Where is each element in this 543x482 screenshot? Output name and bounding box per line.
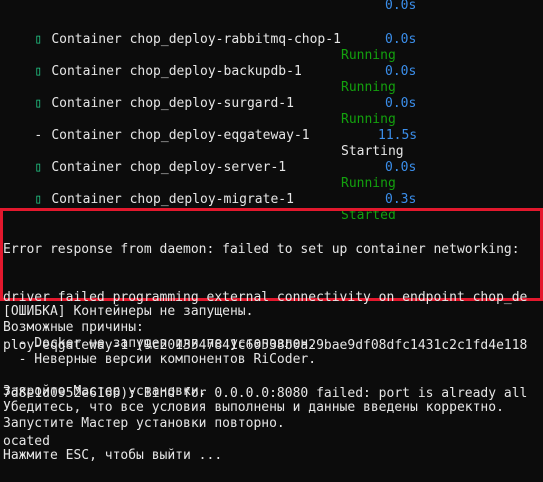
- container-row: - Container chop_deploy-eqgateway-1 Start…: [3, 112, 403, 159]
- container-time: 0.0s: [385, 160, 417, 175]
- container-time: 0.0s: [385, 64, 417, 79]
- container-name: Container chop_deploy-backupdb-1: [51, 64, 302, 79]
- container-row: ▯ Container chop_deploy-surgard-1 Running: [3, 80, 395, 127]
- running-mark-icon: ▯: [34, 32, 43, 47]
- container-name: Container chop_deploy-server-1: [51, 160, 287, 175]
- container-status: Running: [341, 48, 396, 63]
- container-time: 0.0s: [385, 96, 417, 111]
- container-row: ▯ Container chop_deploy-rabbitmq-chop-1 R…: [3, 16, 395, 63]
- container-name: Container chop_deploy-rabbitmq-chop-1: [51, 32, 341, 47]
- pending-dash-icon: -: [34, 128, 43, 143]
- advice-line: Запустите Мастер установки повторно.: [3, 416, 285, 431]
- container-status: Running: [341, 112, 396, 127]
- container-name: Container chop_deploy-migrate-1: [51, 192, 294, 207]
- top-time: 0.0s: [385, 0, 417, 13]
- reason-item: - Неверные версии компонентов RiCoder.: [3, 352, 317, 367]
- container-row: ▯ Container chop_deploy-server-1 Running: [3, 144, 395, 191]
- error-line: Error response from daemon: failed to se…: [3, 242, 520, 257]
- error-title: [ОШИБКА] Контейнеры не запущены.: [3, 304, 254, 319]
- running-mark-icon: ▯: [34, 160, 43, 175]
- exit-prompt: Нажмите ESC, чтобы выйти ...: [3, 448, 223, 463]
- terminal-window[interactable]: 0.0s ▯ Container chop_deploy-rabbitmq-cho…: [0, 0, 543, 478]
- container-time: 0.0s: [385, 32, 417, 47]
- running-mark-icon: ▯: [34, 192, 43, 207]
- container-status: Starting: [341, 144, 404, 159]
- advice-line: Убедитесь, что все условия выполнены и д…: [3, 400, 504, 415]
- container-name: Container chop_deploy-eqgateway-1: [51, 128, 310, 143]
- running-mark-icon: ▯: [34, 96, 43, 111]
- reasons-title: Возможные причины:: [3, 320, 144, 335]
- container-row: ▯ Container chop_deploy-backupdb-1 Runnin…: [3, 48, 395, 95]
- container-name: Container chop_deploy-surgard-1: [51, 96, 294, 111]
- container-time: 0.3s: [385, 192, 417, 207]
- advice-line: Закройте Мастер установки.: [3, 384, 207, 399]
- container-status: Running: [341, 176, 396, 191]
- reason-item: - Docker не запущен или не установлен.: [3, 336, 317, 351]
- container-time: 11.5s: [378, 128, 418, 143]
- running-mark-icon: ▯: [34, 64, 43, 79]
- container-status: Running: [341, 80, 396, 95]
- container-row: ▯ Container chop_deploy-migrate-1 Started: [3, 176, 395, 223]
